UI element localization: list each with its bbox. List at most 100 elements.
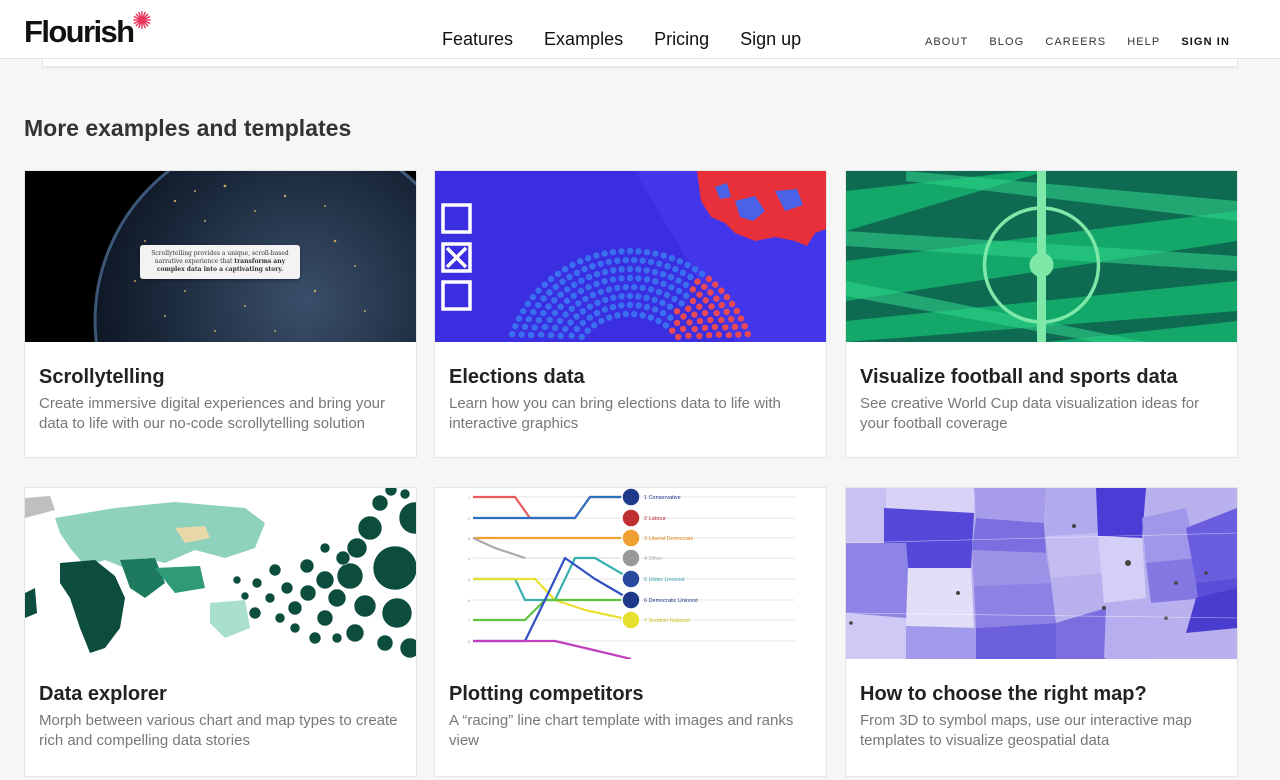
parliament-seat bbox=[591, 322, 598, 329]
parliament-seat bbox=[593, 271, 601, 278]
parliament-seat bbox=[741, 323, 748, 330]
parliament-seat bbox=[606, 314, 613, 321]
parliament-seat bbox=[626, 274, 634, 282]
nav-signin[interactable]: SIGN IN bbox=[1181, 36, 1230, 48]
parliament-seat bbox=[593, 252, 600, 259]
nav-signup[interactable]: Sign up bbox=[740, 28, 801, 50]
card-title[interactable]: Elections data bbox=[449, 364, 812, 390]
bubble bbox=[299, 558, 315, 574]
card-title[interactable]: Visualize football and sports data bbox=[860, 364, 1223, 390]
parliament-seat bbox=[618, 266, 625, 273]
parliament-seat bbox=[530, 308, 537, 316]
parliament-seat bbox=[676, 258, 683, 265]
parliament-seat bbox=[610, 294, 617, 301]
plotting-competitors-thumbnail: 1234 5678 1 Conservative 2 Labour 3 Libera… bbox=[435, 488, 826, 659]
parliament-seat bbox=[586, 303, 594, 310]
parliament-seat bbox=[535, 316, 542, 324]
bubble bbox=[327, 588, 347, 608]
parliament-seat bbox=[631, 310, 638, 318]
parliament-seat bbox=[635, 266, 642, 273]
parliament-seat bbox=[589, 263, 596, 270]
nav-features[interactable]: Features bbox=[442, 28, 513, 50]
bubble bbox=[372, 545, 416, 591]
parliament-seat bbox=[735, 331, 742, 338]
parliament-seat bbox=[552, 283, 559, 290]
parliament-seat bbox=[529, 293, 537, 301]
card-plotting-competitors[interactable]: 1234 5678 1 Conservative 2 Labour 3 Libera… bbox=[434, 487, 827, 777]
competitor-label: 5 Ulster Unionist bbox=[644, 577, 685, 583]
parliament-seat bbox=[535, 301, 542, 309]
parliament-seat bbox=[521, 323, 529, 330]
card-title[interactable]: Scrollytelling bbox=[39, 364, 402, 390]
parliament-seat bbox=[722, 324, 729, 331]
card-title[interactable]: Plotting competitors bbox=[449, 681, 812, 707]
parliament-seat bbox=[609, 276, 617, 283]
parliament-seat bbox=[682, 281, 690, 288]
nav-careers[interactable]: CAREERS bbox=[1045, 36, 1106, 48]
bubble bbox=[319, 542, 331, 554]
parliament-seat bbox=[524, 300, 532, 308]
card-choose-map[interactable]: How to choose the right map? From 3D to … bbox=[845, 487, 1238, 777]
card-scrollytelling[interactable]: Scrollytelling provides a unique, scroll… bbox=[24, 170, 417, 458]
card-description: Learn how you can bring elections data t… bbox=[449, 395, 781, 432]
parliament-seat bbox=[601, 268, 609, 276]
card-data-explorer[interactable]: Data explorer Morph between various char… bbox=[24, 487, 417, 777]
parliament-seat bbox=[639, 312, 646, 319]
flourish-logo[interactable]: Flourish bbox=[24, 11, 152, 50]
parliament-seat bbox=[652, 250, 659, 257]
nav-examples[interactable]: Examples bbox=[544, 28, 623, 50]
parliament-seat bbox=[563, 286, 571, 293]
card-title[interactable]: Data explorer bbox=[39, 681, 402, 707]
parliament-seat bbox=[622, 310, 629, 318]
parliament-seat bbox=[713, 295, 720, 302]
parliament-seat bbox=[515, 315, 523, 322]
parliament-seat bbox=[626, 301, 634, 309]
parliament-seat bbox=[731, 323, 739, 330]
nav-blog[interactable]: BLOG bbox=[989, 36, 1024, 48]
parliament-seat bbox=[601, 250, 608, 257]
nav-help[interactable]: HELP bbox=[1127, 36, 1160, 48]
bubble bbox=[331, 632, 343, 644]
parliament-seat bbox=[579, 319, 587, 327]
bubble bbox=[399, 488, 411, 500]
parliament-seat bbox=[584, 255, 592, 262]
parliament-seat bbox=[672, 266, 679, 273]
parliament-seat bbox=[626, 265, 634, 273]
parliament-seat bbox=[671, 295, 678, 303]
parliament-seat bbox=[669, 327, 676, 334]
parliament-seat bbox=[602, 296, 609, 304]
parliament-seat bbox=[659, 271, 667, 278]
card-title[interactable]: How to choose the right map? bbox=[860, 681, 1223, 707]
bubble bbox=[280, 581, 294, 595]
parliament-seat bbox=[597, 260, 604, 267]
parliament-seat bbox=[581, 266, 588, 273]
parliament-seat bbox=[635, 302, 642, 309]
card-body: Data explorer Morph between various char… bbox=[25, 659, 416, 751]
parliament-seat bbox=[582, 295, 589, 303]
parliament-seat bbox=[647, 286, 655, 293]
nav-about[interactable]: ABOUT bbox=[925, 36, 968, 48]
card-football[interactable]: Visualize football and sports data See c… bbox=[845, 170, 1238, 458]
parliament-seat bbox=[589, 291, 597, 299]
bubble bbox=[381, 597, 413, 629]
parliament-seat bbox=[512, 323, 519, 330]
parliament-seat bbox=[651, 268, 659, 276]
parliament-seat bbox=[652, 278, 659, 285]
starburst-icon bbox=[133, 11, 152, 29]
nav-pricing[interactable]: Pricing bbox=[654, 28, 709, 50]
parliament-seat bbox=[643, 249, 651, 256]
parliament-seat bbox=[568, 332, 575, 339]
parliament-seat bbox=[664, 263, 671, 270]
parliament-seat bbox=[667, 273, 675, 281]
bubble bbox=[376, 634, 394, 652]
card-elections[interactable]: Elections data Learn how you can bring e… bbox=[434, 170, 827, 458]
bubble bbox=[248, 606, 262, 620]
bubble bbox=[353, 594, 377, 618]
bubble bbox=[346, 537, 368, 559]
parliament-seat bbox=[683, 292, 690, 299]
parliament-seat bbox=[662, 322, 669, 329]
football-thumbnail bbox=[846, 171, 1237, 342]
parliament-seat bbox=[551, 309, 559, 317]
parliament-seat bbox=[686, 319, 693, 326]
parliament-seat bbox=[540, 295, 547, 302]
